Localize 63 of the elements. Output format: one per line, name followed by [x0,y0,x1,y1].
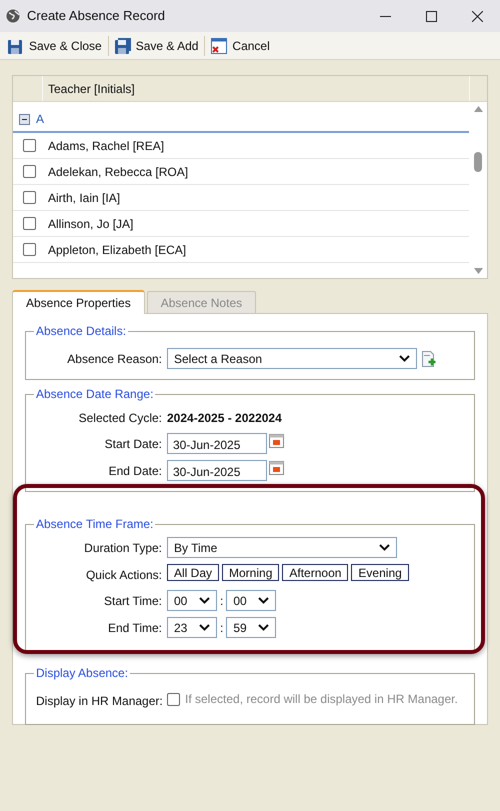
time-separator: : [220,592,224,610]
teacher-row[interactable]: Airth, Iain [IA] [13,185,469,211]
checkbox[interactable] [23,217,36,230]
cycle-value: 2024-2025 - 2022024 [167,410,283,427]
field-label: End Date: [108,463,162,480]
quick-action-button[interactable]: Morning [222,564,280,581]
date-field[interactable]: 30-Jun-2025 [167,433,267,454]
scrollbar-thumb[interactable] [474,152,482,172]
scroll-down-icon[interactable] [474,268,482,274]
field-label: Duration Type: [83,540,162,557]
minute-dropdown[interactable]: 00 [226,590,276,611]
field-label: End Time: [106,620,162,637]
date-field[interactable]: 30-Jun-2025 [167,460,267,481]
floppy-disk-icon [114,38,131,54]
hint-text: If selected, record will be displayed in HR Manager. [185,691,458,708]
field-label: Absence Reason: [66,351,162,368]
section-legend: Absence Time Frame: [34,515,156,533]
maximize-icon [426,10,436,22]
teacher-row[interactable]: Appleton, Elizabeth [ECA] [13,237,469,263]
checkbox[interactable] [23,243,36,256]
section-legend: Absence Date Range: [34,385,156,403]
calendar-icon[interactable] [269,433,284,448]
section-legend: Display Absence: [34,664,130,682]
teacher-row[interactable]: Allinson, Jo [JA] [13,211,469,237]
close-icon [472,10,482,22]
chevron-icon [199,597,210,604]
time-separator: : [220,620,224,636]
toolbar-button[interactable]: Cancel [209,34,272,58]
collapse-toggle[interactable] [19,114,30,124]
quick-action-button[interactable]: All Day [167,564,220,581]
dropdown-field[interactable]: Select a Reason [167,348,417,369]
minute-dropdown[interactable]: 59 [226,617,276,638]
chevron-icon [258,597,270,604]
field-label: Quick Actions: [84,567,162,584]
checkbox[interactable] [167,692,180,706]
window-close-icon [211,38,228,54]
hour-dropdown[interactable]: 00 [167,590,217,611]
add-document-icon[interactable] [422,350,436,366]
toolbar-button[interactable]: Save & Add [112,34,200,58]
chevron-icon [399,355,410,362]
tab[interactable]: Absence Properties [12,290,145,314]
checkbox[interactable] [23,165,36,178]
checkbox[interactable] [23,191,36,204]
teacher-row[interactable]: Adams, Rachel [REA] [13,133,469,159]
field-label: Selected Cycle: [78,410,162,427]
calendar-icon[interactable] [269,460,284,475]
toolbar-button[interactable]: Save & Close [6,34,104,58]
scroll-up-icon[interactable] [474,106,482,112]
field-label: Start Time: [102,593,162,610]
quick-action-button[interactable]: Afternoon [282,564,348,581]
section-legend: Absence Details: [34,322,128,340]
window-title: Create Absence Record [27,7,166,26]
group-label: A [36,111,44,128]
field-label: Display in HR Manager: [36,693,162,710]
dropdown-field[interactable]: By Time [167,537,397,558]
chevron-icon [258,624,270,631]
teacher-row[interactable]: Adelekan, Rebecca [ROA] [13,159,469,185]
hour-dropdown[interactable]: 23 [167,617,217,638]
field-label: Start Date: [104,436,162,453]
chevron-icon [379,544,390,551]
quick-action-button[interactable]: Evening [351,564,409,581]
checkbox[interactable] [23,139,36,152]
chevron-icon [199,624,210,631]
